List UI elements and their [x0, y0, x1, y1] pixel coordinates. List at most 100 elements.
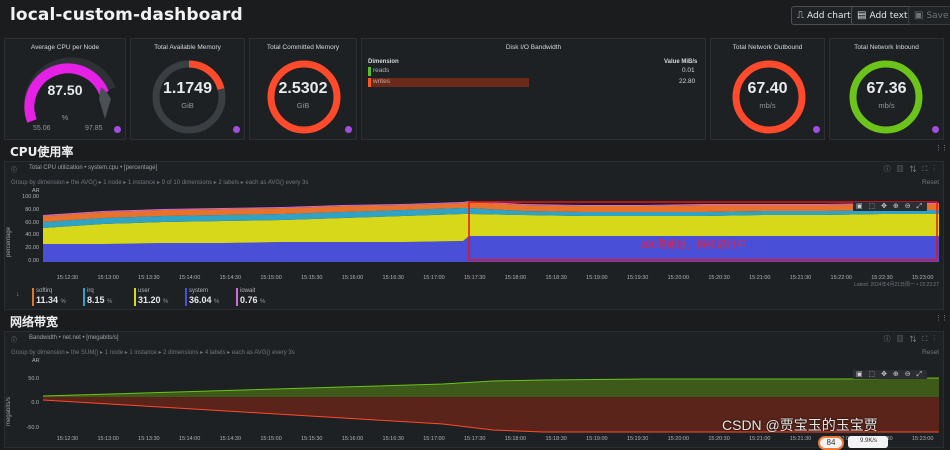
card-title: Disk I/O Bandwidth [505, 44, 562, 51]
panel-toolbar-icons[interactable]: ⓘ ▥ ⇅ ⛶ ⋮ [884, 334, 937, 344]
cpu-section-heading: CPU使用率 [10, 145, 74, 159]
cpu-group-by-controls[interactable]: Group by dimension ▸ the AVG() ▸ 1 node … [11, 179, 308, 186]
cpu-ylabel: percentage [6, 226, 12, 257]
save-icon: ▣ [914, 10, 924, 21]
legend-color-bar [185, 288, 187, 306]
cpu-xtick: 15:19:30 [626, 275, 649, 281]
net-xtick: 15:16:30 [382, 436, 404, 442]
cpu-xtick: 15:13:00 [97, 275, 119, 281]
legend-value: 36.04 % [189, 295, 220, 305]
cpu-unit: % [61, 113, 69, 122]
legend-color-bar [83, 288, 85, 306]
add-chart-button[interactable]: ⎍ Add chart [791, 6, 857, 25]
plugin-badge-icon[interactable] [813, 126, 820, 133]
dashboard-title: local-custom-dashboard [10, 5, 243, 25]
cpu-xtick: 15:21:30 [789, 275, 812, 281]
outbound-value: 67.40 [747, 80, 788, 97]
net-xtick: 15:23:00 [911, 436, 934, 442]
plugin-badge-icon[interactable] [114, 126, 121, 133]
watermark: CSDN @贾宝玉的玉宝贾 [722, 417, 878, 433]
net-xtick: 15:17:00 [423, 436, 445, 442]
legend-item-user[interactable]: user 31.20 % [134, 288, 182, 306]
cpu-xtick: 15:16:30 [382, 275, 404, 281]
inbound-value: 67.36 [866, 80, 907, 97]
cpu-reset-button[interactable]: Reset [922, 179, 939, 186]
save-button[interactable]: ▣ Save [908, 6, 950, 25]
cpu-panel-title: Total CPU utilization • system.cpu • [pe… [29, 165, 158, 171]
cpu-xtick: 15:18:30 [545, 275, 567, 281]
net-section-heading: 网络带宽 [10, 315, 59, 329]
writes-value: 22.80 [679, 78, 696, 85]
net-chart-toolbar-icons[interactable]: ▣ ⬚ ✥ ⊕ ⊖ ⤢ [853, 370, 928, 379]
net-group-by-controls[interactable]: Group by dimension ▸ the SUM() ▸ 1 node … [11, 349, 295, 356]
annotation-text: 400路通话，持续进行中 [640, 240, 747, 251]
value-header: Value MiB/s [664, 59, 698, 65]
net-xtick: 15:16:00 [341, 436, 364, 442]
legend-item-softirq[interactable]: softirq 11.34 % [32, 288, 80, 306]
legend-item-system[interactable]: system 36.04 % [185, 288, 233, 306]
legend-color-bar [236, 288, 238, 306]
net-xtick: 15:21:00 [749, 436, 771, 442]
net-xtick: 15:14:00 [178, 436, 201, 442]
cpu-ytick: 60.00 [25, 219, 39, 226]
available-memory-value: 1.1749 [163, 80, 212, 97]
card-committed-memory: Total Committed Memory 2.5302 GiB [249, 38, 357, 140]
cpu-xtick: 15:14:30 [219, 275, 242, 281]
add-text-button[interactable]: ▤ Add text [851, 6, 914, 25]
legend-collapse-icon[interactable]: ↓ [16, 291, 20, 298]
reads-label: reads [373, 67, 390, 74]
cpu-xtick: 15:15:30 [301, 275, 323, 281]
net-xtick: 15:15:00 [260, 436, 282, 442]
net-xtick: 15:20:30 [708, 436, 730, 442]
net-xtick: 15:20:00 [667, 436, 690, 442]
panel-toolbar-icons[interactable]: ⓘ ▥ ⇅ ⛶ ⋮ [884, 164, 937, 174]
reads-value: 0.01 [682, 67, 695, 74]
dashboard-header: local-custom-dashboard ⎍ Add chart ▤ Add t… [0, 0, 950, 34]
cpu-ytick: 40.00 [25, 232, 39, 239]
cpu-ytick: 20.00 [25, 245, 39, 252]
card-network-inbound: Total Network Inbound 67.36 mb/s [829, 38, 944, 140]
net-xtick: 15:21:30 [789, 436, 812, 442]
cpu-xtick: 15:23:00 [911, 275, 934, 281]
inbound-unit: mb/s [878, 101, 895, 110]
legend-item-irq[interactable]: irq 8.15 % [83, 288, 131, 306]
cpu-xtick: 15:13:30 [138, 275, 160, 281]
cpu-ytick: 80.00 [25, 206, 39, 213]
drag-handle-icon[interactable]: ⋮⋮ [935, 314, 948, 322]
panel-info-icon[interactable]: ⓘ [11, 335, 17, 344]
chart-toolbar-icons[interactable]: ▣ ⬚ ✥ ⊕ ⊖ ⤢ [853, 202, 928, 211]
plugin-badge-icon[interactable] [345, 126, 352, 133]
writes-bar [368, 78, 529, 87]
net-ytick: 0.0 [31, 400, 39, 406]
net-xtick: 15:13:00 [97, 436, 119, 442]
net-ytick: 50.0 [28, 376, 39, 382]
legend-item-iowait[interactable]: iowait 0.76 % [236, 288, 284, 306]
legend-color-bar [134, 288, 136, 306]
plugin-badge-icon[interactable] [233, 126, 240, 133]
net-xtick: 15:14:30 [219, 436, 242, 442]
cpu-xtick: 15:18:00 [504, 275, 527, 281]
writes-label: writes [373, 78, 390, 85]
drag-handle-icon[interactable]: ⋮⋮ [935, 144, 948, 152]
net-xtick: 15:18:30 [545, 436, 567, 442]
cpu-xtick: 15:15:00 [260, 275, 282, 281]
plugin-badge-icon[interactable] [932, 126, 939, 133]
chart-icon: ⎍ [797, 10, 804, 21]
writes-color-bar [368, 78, 371, 87]
card-available-memory: Total Available Memory 1.1749 GiB [130, 38, 245, 140]
cpu-xtick: 15:14:00 [178, 275, 201, 281]
cpu-ytick: 0.00 [28, 258, 39, 264]
net-xtick: 15:12:30 [56, 436, 79, 442]
panel-info-icon[interactable]: ⓘ [11, 165, 17, 174]
net-ar-label: AR [32, 358, 40, 364]
legend-name: user [138, 288, 150, 294]
net-ylabel: megabits/s [6, 396, 12, 426]
net-xtick: 15:19:30 [626, 436, 649, 442]
card-avg-cpu: Average CPU per Node 87.50 % 55.06 97.85 [4, 38, 126, 140]
available-memory-unit: GiB [181, 101, 194, 110]
cpu-xtick: 15:17:30 [463, 275, 486, 281]
cpu-xtick: 15:22:00 [830, 275, 852, 281]
net-reset-button[interactable]: Reset [922, 349, 939, 356]
reads-color-bar [368, 67, 371, 76]
cpu-ytick: 100.00 [22, 194, 39, 200]
